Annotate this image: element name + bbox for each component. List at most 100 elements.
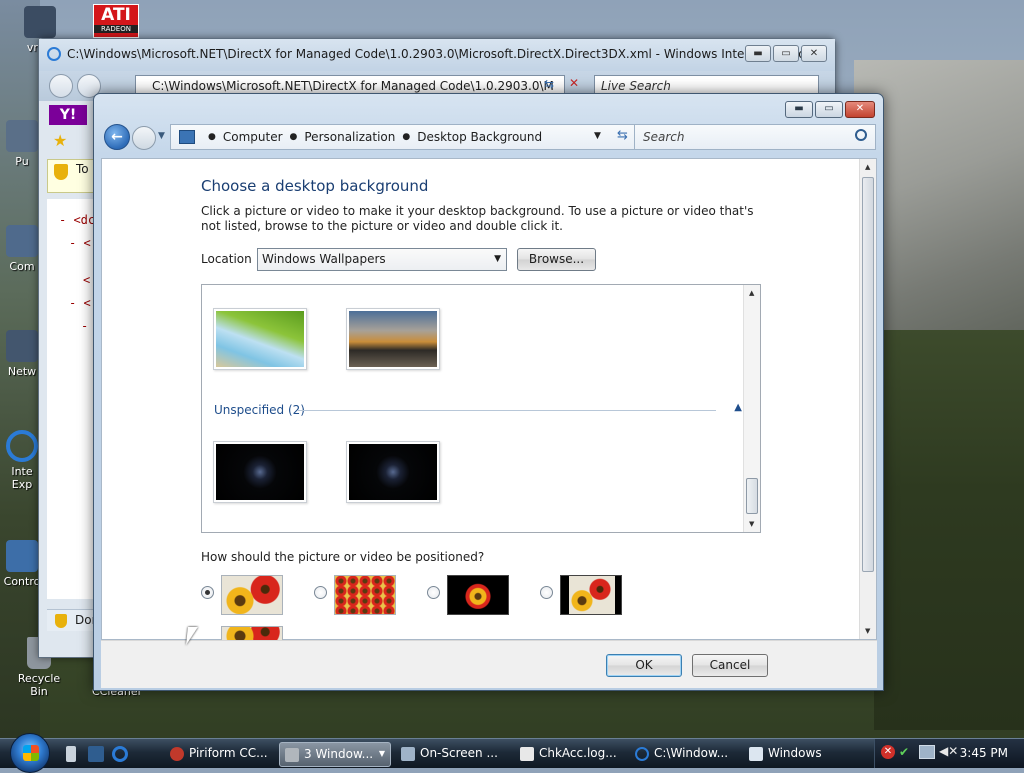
position-preview-fit[interactable] xyxy=(560,575,622,615)
scroll-down-icon[interactable]: ▼ xyxy=(865,627,870,635)
close-icon[interactable]: ✕ xyxy=(801,45,827,62)
start-button[interactable] xyxy=(10,733,50,773)
desktop-icon-control-panel[interactable]: Contro xyxy=(2,540,42,588)
breadcrumb-desktop-background[interactable]: Desktop Background xyxy=(417,130,542,144)
scrollbar-thumb[interactable] xyxy=(746,478,758,514)
control-panel-icon xyxy=(6,540,38,572)
clock[interactable]: 3:45 PM xyxy=(960,746,1008,760)
position-radio-fit[interactable] xyxy=(540,586,553,599)
taskbar-item-on-screen-keyboard[interactable]: On-Screen ... xyxy=(396,742,506,767)
volume-muted-icon[interactable]: ◀✕ xyxy=(939,744,958,758)
back-button[interactable]: ← xyxy=(104,124,130,150)
breadcrumb[interactable]: ● Computer ● Personalization ● Desktop B… xyxy=(170,124,646,150)
wallpaper-thumbnail-lake[interactable] xyxy=(346,308,440,370)
location-dropdown[interactable]: Windows Wallpapers ▼ xyxy=(257,248,507,271)
chevron-right-icon[interactable]: ● xyxy=(402,132,410,142)
position-preview-tile[interactable] xyxy=(334,575,396,615)
scroll-up-icon[interactable]: ▲ xyxy=(749,289,754,297)
internet-explorer-icon xyxy=(47,47,61,61)
ie-title-bar[interactable]: C:\Windows\Microsoft.NET\DirectX for Man… xyxy=(39,39,835,71)
ok-button[interactable]: OK xyxy=(606,654,682,677)
taskbar-item-chkacc-log[interactable]: ChkAcc.log... xyxy=(515,742,627,767)
breadcrumb-personalization[interactable]: Personalization xyxy=(304,130,395,144)
display-icon[interactable] xyxy=(919,745,935,759)
scroll-up-icon[interactable]: ▲ xyxy=(865,163,870,171)
wallpaper-thumbnail-dark-1[interactable] xyxy=(213,441,307,503)
mouse-pointer-icon xyxy=(186,627,198,645)
taskbar-item-label: C:\Window... xyxy=(654,746,729,760)
control-panel-icon xyxy=(179,130,195,144)
stop-icon[interactable]: ✕ xyxy=(569,76,579,90)
refresh-icon[interactable]: ⇆ xyxy=(544,77,554,91)
internet-explorer-icon[interactable] xyxy=(112,746,128,762)
ati-logo-text: ATI xyxy=(101,5,131,25)
position-preview-center[interactable] xyxy=(447,575,509,615)
instructions-text: Click a picture or video to make it your… xyxy=(201,204,754,233)
wallpaper-thumbnail-palm[interactable] xyxy=(213,308,307,370)
taskbar-item-label: Windows xyxy=(768,746,822,760)
refresh-icon[interactable]: ⇆ xyxy=(617,128,628,143)
search-icon[interactable] xyxy=(855,129,867,141)
taskbar-item-label: Piriform CC... xyxy=(189,746,268,760)
notification-area: ✕ ✔ ◀✕ 3:45 PM xyxy=(874,739,1024,768)
arrow-left-icon: ← xyxy=(111,129,123,145)
chevron-right-icon[interactable]: ● xyxy=(290,132,298,142)
main-content: Choose a desktop background Click a pict… xyxy=(101,158,877,641)
desktop-icon-label: Contro xyxy=(3,575,41,588)
desktop-icon-network[interactable]: Netw xyxy=(2,330,42,378)
cancel-button[interactable]: Cancel xyxy=(692,654,768,677)
maximize-icon[interactable]: ▭ xyxy=(815,101,843,118)
breadcrumb-computer[interactable]: Computer xyxy=(223,130,283,144)
desktop-icon-internet-explorer[interactable]: Inte Exp xyxy=(2,430,42,491)
wallpaper-thumbnail-dark-2[interactable] xyxy=(346,441,440,503)
taskbar-item-internet-explorer[interactable]: C:\Window... xyxy=(630,742,742,767)
switch-windows-icon[interactable] xyxy=(88,746,104,762)
show-desktop-icon[interactable] xyxy=(66,746,76,762)
desktop-icon-label: Recycle Bin xyxy=(17,672,61,698)
yahoo-toolbar-icon[interactable]: Y! xyxy=(49,105,87,125)
taskbar-item-label: 3 Window... xyxy=(304,747,374,761)
minimize-icon[interactable]: ▬ xyxy=(785,101,813,118)
forward-button[interactable] xyxy=(132,126,156,150)
network-icon xyxy=(6,330,38,362)
notepad-icon xyxy=(520,747,534,761)
position-preview-fill[interactable] xyxy=(221,575,283,615)
taskbar-item-windows[interactable]: Windows xyxy=(744,742,856,767)
desktop-icon-pu[interactable]: Pu xyxy=(2,120,42,168)
scrollbar-thumb[interactable] xyxy=(862,177,874,572)
chevron-right-icon[interactable]: ● xyxy=(208,132,216,142)
group-header-unspecified[interactable]: Unspecified (2) ▲ xyxy=(214,402,742,419)
desktop-icon-label: Pu xyxy=(15,155,29,168)
maximize-icon[interactable]: ▭ xyxy=(773,45,799,62)
position-radio-center[interactable] xyxy=(427,586,440,599)
position-radio-fill[interactable] xyxy=(201,586,214,599)
page-scrollbar[interactable]: ▲ ▼ xyxy=(859,159,876,639)
position-radio-tile[interactable] xyxy=(314,586,327,599)
favorites-star-icon[interactable]: ★ xyxy=(53,131,67,150)
back-icon[interactable] xyxy=(49,74,73,98)
scroll-down-icon[interactable]: ▼ xyxy=(749,520,754,528)
minimize-icon[interactable]: ▬ xyxy=(745,45,771,62)
desktop-icon-computer[interactable]: Com xyxy=(2,225,42,273)
search-input[interactable]: Search xyxy=(634,124,876,150)
vmware-icon xyxy=(24,6,56,38)
taskbar: Piriform CC... 3 Window... ▼ On-Screen .… xyxy=(0,733,1024,773)
position-preview-stretch-partial[interactable] xyxy=(221,626,283,641)
ie-window-title: C:\Windows\Microsoft.NET\DirectX for Man… xyxy=(67,47,821,61)
gallery-scrollbar[interactable]: ▲ ▼ xyxy=(743,285,760,532)
close-icon[interactable]: ✕ xyxy=(845,101,875,118)
group-label: Unspecified (2) xyxy=(214,403,305,417)
taskbar-item-windows-group[interactable]: 3 Window... ▼ xyxy=(279,742,391,767)
address-dropdown-icon[interactable]: ▼ xyxy=(594,131,601,141)
browse-button[interactable]: Browse... xyxy=(517,248,596,271)
wallpaper-image xyxy=(216,311,304,367)
window-caption-buttons: ▬ ▭ ✕ xyxy=(785,101,875,118)
chevron-up-icon[interactable]: ▲ xyxy=(734,402,742,413)
recent-pages-dropdown-icon[interactable]: ▼ xyxy=(158,131,165,141)
keyboard-icon xyxy=(401,747,415,761)
ati-radeon-icon[interactable]: ATI RADEON xyxy=(93,4,139,38)
network-status-icon[interactable]: ✔ xyxy=(899,745,909,759)
taskbar-item-ccleaner[interactable]: Piriform CC... xyxy=(165,742,275,767)
security-alert-icon[interactable]: ✕ xyxy=(881,745,895,759)
internet-explorer-icon xyxy=(635,747,649,761)
